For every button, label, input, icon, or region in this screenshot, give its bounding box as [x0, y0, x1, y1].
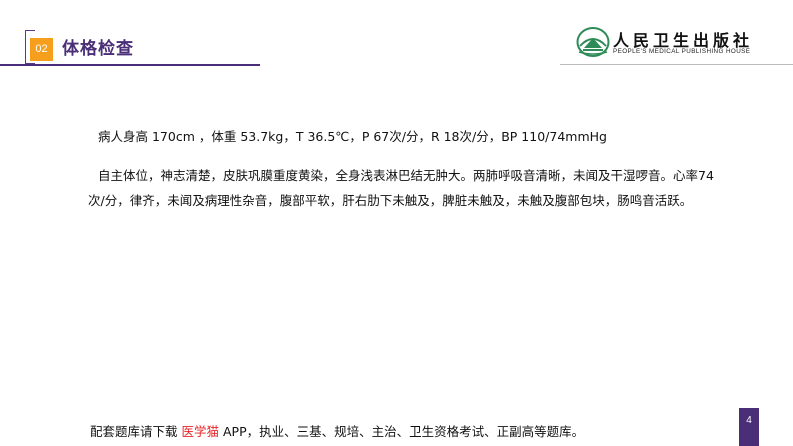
page-number: 4 — [739, 408, 759, 446]
publisher-emblem-icon — [576, 27, 610, 57]
header-underline — [0, 64, 260, 66]
vitals-text: 病人身高 170cm ，体重 53.7kg，T 36.5℃，P 67次/分，R … — [98, 129, 607, 144]
footer-note: 配套题库请下载 医学猫 APP，执业、三基、规培、主治、卫生资格考试、正副高等题… — [90, 421, 584, 440]
section-number-badge: 02 — [30, 38, 53, 61]
app-name-link[interactable]: 医学猫 — [182, 424, 220, 439]
slide-header: 02 体格检查 人民卫生出版社 PEOPLE'S MEDICAL PUBLISH… — [0, 0, 793, 70]
footer-suffix: APP，执业、三基、规培、主治、卫生资格考试、正副高等题库。 — [223, 424, 585, 439]
publisher-name-en: PEOPLE'S MEDICAL PUBLISHING HOUSE — [613, 48, 751, 55]
publisher-logo: 人民卫生出版社 PEOPLE'S MEDICAL PUBLISHING HOUS… — [575, 26, 780, 62]
footer-prefix: 配套题库请下载 — [90, 424, 178, 439]
exam-findings-text: 自主体位，神志清楚，皮肤巩膜重度黄染，全身浅表淋巴结无肿大。两肺呼吸音清晰，未闻… — [88, 168, 714, 208]
logo-underline — [560, 64, 793, 65]
section-title: 体格检查 — [62, 39, 134, 59]
